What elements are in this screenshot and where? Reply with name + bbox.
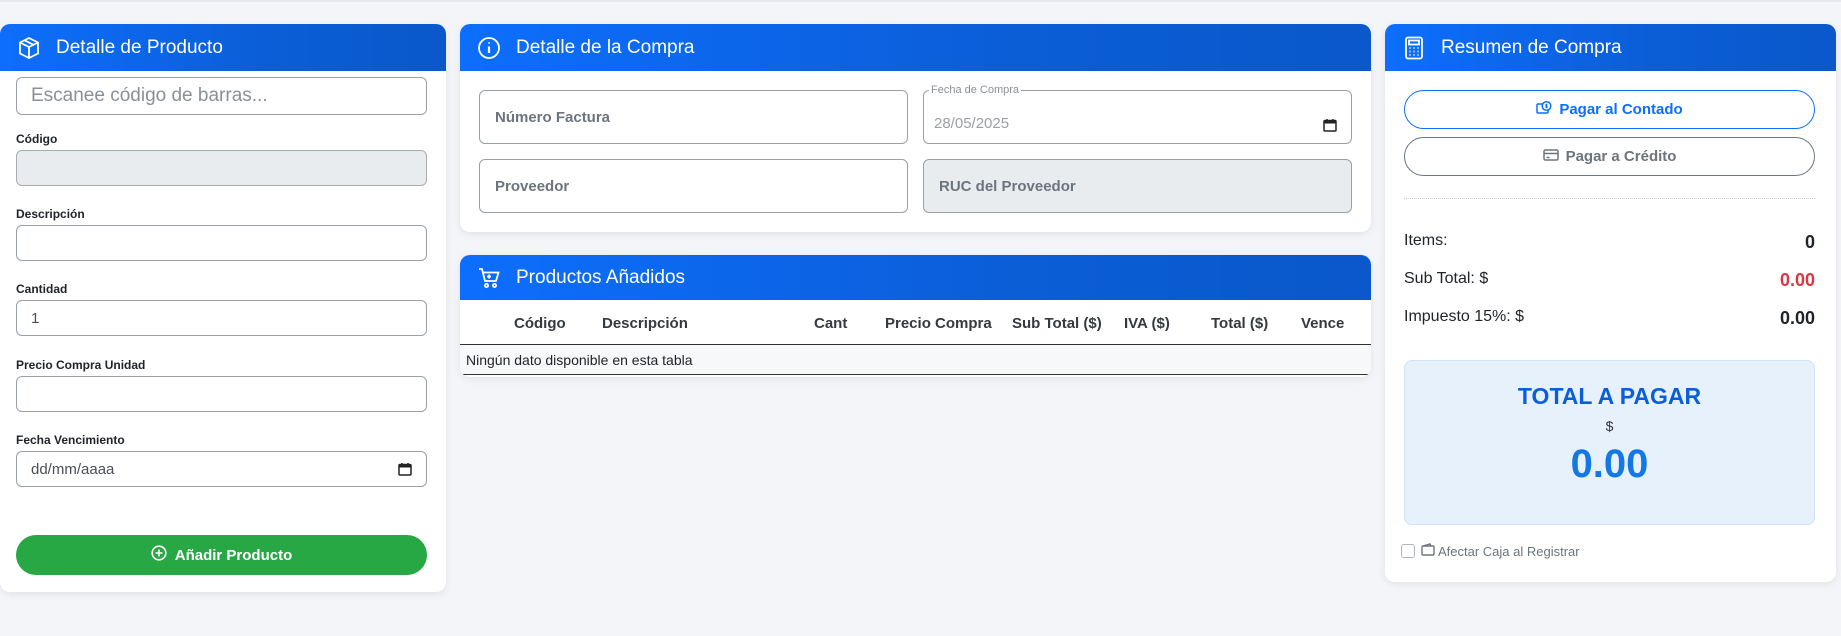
factura-placeholder: Número Factura	[495, 108, 611, 126]
col-codigo[interactable]: Código	[514, 315, 566, 332]
purchase-detail-title: Detalle de la Compra	[516, 36, 695, 58]
subtotal-value: 0.00	[1779, 270, 1815, 290]
subtotal-label: Sub Total: $	[1404, 270, 1489, 287]
pay-credit-button[interactable]: Pagar a Crédito	[1404, 137, 1815, 176]
purchase-summary-header: Resumen de Compra	[1385, 24, 1836, 71]
credit-card-icon	[1542, 148, 1566, 166]
box-icon	[16, 35, 42, 61]
products-table-header: Código Descripción Cant Precio Compra Su…	[460, 302, 1371, 345]
purchase-summary-card: Resumen de Compra Pagar al Contado Pagar…	[1385, 24, 1836, 582]
precio-field[interactable]	[16, 376, 427, 412]
barcode-input[interactable]: Escanee código de barras...	[16, 77, 427, 115]
barcode-placeholder: Escanee código de barras...	[31, 85, 268, 106]
cantidad-field[interactable]: 1	[16, 300, 427, 336]
afectar-caja-row: Afectar Caja al Registrar	[1401, 543, 1580, 559]
total-box: TOTAL A PAGAR $ 0.00	[1404, 360, 1815, 525]
col-descripcion[interactable]: Descripción	[602, 315, 688, 332]
products-added-card: Productos Añadidos Código Descripción Ca…	[460, 255, 1371, 377]
descripcion-label: Descripción	[16, 207, 85, 221]
product-detail-title: Detalle de Producto	[56, 36, 223, 58]
add-product-button[interactable]: Añadir Producto	[16, 535, 427, 575]
table-empty-row: Ningún dato disponible en esta tabla	[460, 345, 1371, 375]
pay-credit-label: Pagar a Crédito	[1565, 148, 1677, 165]
cash-icon	[1536, 100, 1559, 120]
vencimiento-field[interactable]: dd/mm/aaaa	[16, 451, 427, 487]
col-iva[interactable]: IVA ($)	[1124, 315, 1170, 332]
calculator-icon	[1401, 35, 1427, 61]
codigo-field	[16, 150, 427, 186]
cart-icon	[476, 265, 502, 291]
col-total[interactable]: Total ($)	[1211, 315, 1268, 332]
ruc-input: RUC del Proveedor	[923, 159, 1352, 213]
info-icon	[476, 35, 502, 61]
top-divider	[0, 0, 1841, 2]
col-cant[interactable]: Cant	[814, 315, 847, 332]
afectar-caja-label[interactable]: Afectar Caja al Registrar	[1438, 544, 1580, 559]
col-vence[interactable]: Vence	[1301, 315, 1344, 332]
pay-cash-label: Pagar al Contado	[1559, 101, 1683, 118]
summary-divider	[1404, 198, 1815, 199]
codigo-label: Código	[16, 132, 58, 146]
wallet-icon	[1421, 543, 1438, 559]
items-value: 0	[1804, 232, 1815, 252]
plus-circle-icon	[151, 545, 175, 565]
table-empty-text: Ningún dato disponible en esta tabla	[466, 351, 693, 368]
descripcion-field[interactable]	[16, 225, 427, 261]
fecha-compra-input[interactable]: Fecha de Compra 28/05/2025	[923, 84, 1352, 144]
pay-cash-button[interactable]: Pagar al Contado	[1404, 90, 1815, 129]
col-subtotal[interactable]: Sub Total ($)	[1012, 315, 1102, 332]
fecha-compra-value: 28/05/2025	[934, 114, 1010, 132]
purchase-detail-card: Detalle de la Compra Número Factura Fech…	[460, 24, 1371, 232]
precio-label: Precio Compra Unidad	[16, 358, 146, 372]
subtotal-row: Sub Total: $ 0.00	[1404, 270, 1815, 291]
vencimiento-label: Fecha Vencimiento	[16, 433, 125, 447]
calendar-icon[interactable]	[1323, 118, 1337, 132]
afectar-caja-checkbox[interactable]	[1401, 544, 1415, 558]
fecha-compra-label: Fecha de Compra	[929, 84, 1022, 96]
impuesto-row: Impuesto 15%: $ 0.00	[1404, 308, 1815, 329]
total-value: 0.00	[1570, 442, 1649, 486]
cantidad-label: Cantidad	[16, 282, 68, 296]
purchase-summary-title: Resumen de Compra	[1441, 36, 1622, 58]
total-currency: $	[1605, 418, 1614, 434]
total-title: TOTAL A PAGAR	[1517, 383, 1702, 409]
products-added-header: Productos Añadidos	[460, 255, 1371, 300]
product-detail-header: Detalle de Producto	[0, 24, 446, 71]
cantidad-value: 1	[31, 309, 40, 327]
col-precio-compra[interactable]: Precio Compra	[885, 315, 992, 332]
products-added-title: Productos Añadidos	[516, 266, 686, 288]
ruc-placeholder: RUC del Proveedor	[939, 177, 1076, 195]
factura-input[interactable]: Número Factura	[479, 90, 908, 144]
items-row: Items: 0	[1404, 232, 1815, 253]
impuesto-value: 0.00	[1779, 308, 1815, 328]
calendar-icon[interactable]	[398, 462, 412, 476]
purchase-detail-header: Detalle de la Compra	[460, 24, 1371, 71]
vencimiento-value: dd/mm/aaaa	[31, 460, 115, 478]
proveedor-placeholder: Proveedor	[495, 177, 570, 195]
items-label: Items:	[1404, 232, 1448, 249]
impuesto-label: Impuesto 15%: $	[1404, 308, 1525, 325]
product-detail-card: Detalle de Producto Escanee código de ba…	[0, 24, 446, 592]
proveedor-input[interactable]: Proveedor	[479, 159, 908, 213]
add-product-label: Añadir Producto	[174, 546, 293, 564]
